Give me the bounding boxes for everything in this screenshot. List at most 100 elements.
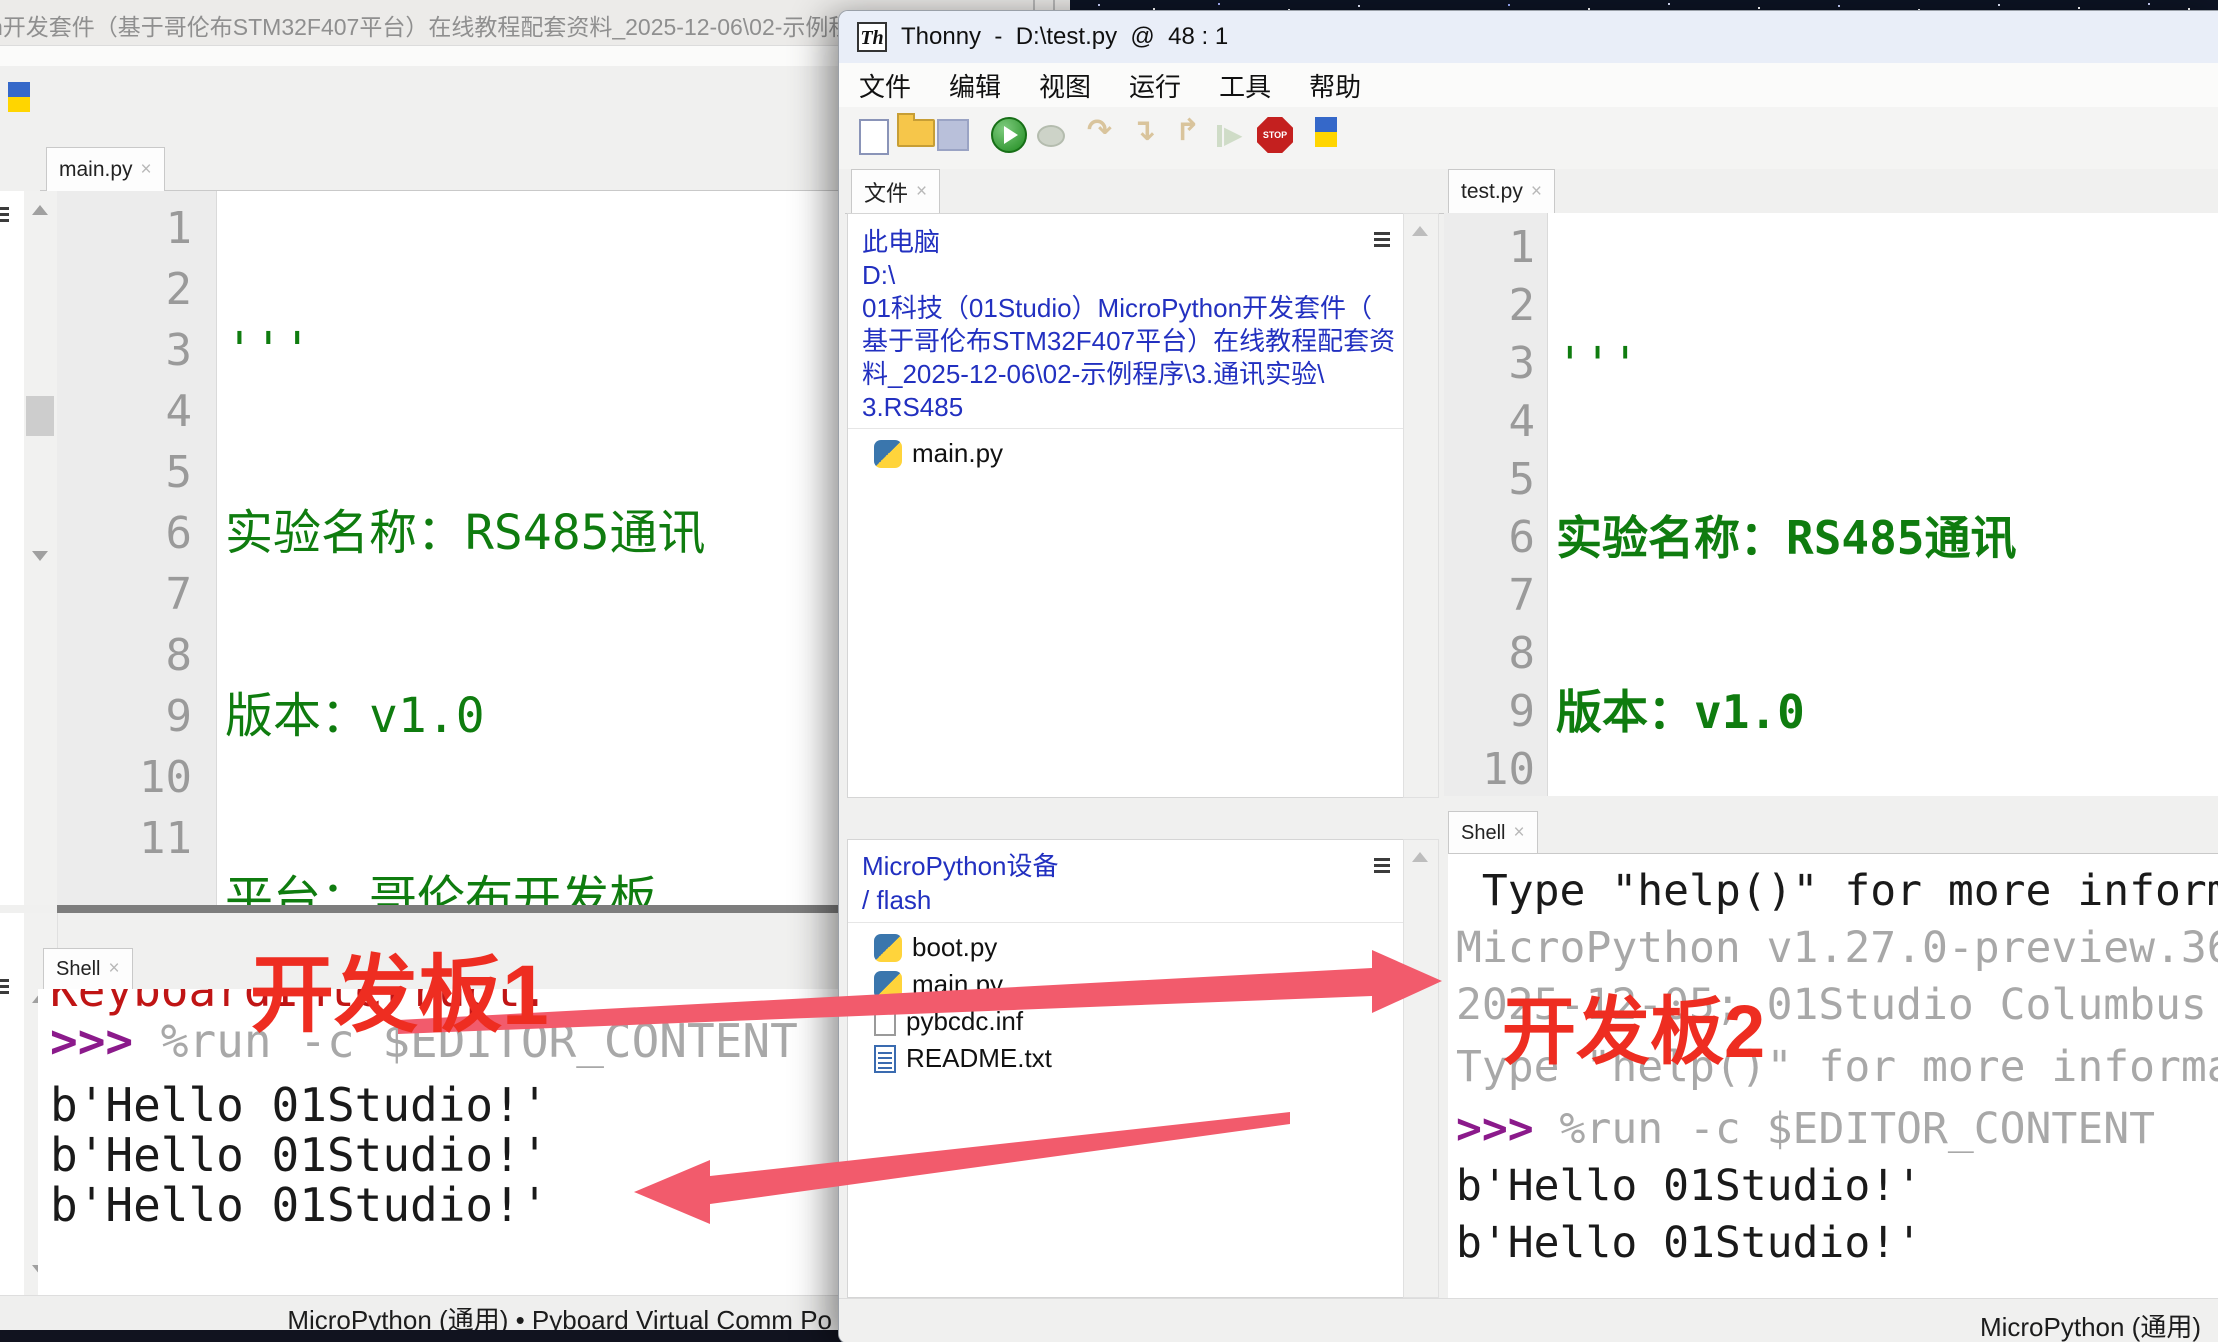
- panel-menu-icon[interactable]: [0, 207, 9, 222]
- code-line: 实验名称：RS485通讯: [1556, 509, 2218, 567]
- tab-shell[interactable]: Shell ×: [1448, 811, 1538, 854]
- menu-file[interactable]: 文件: [859, 67, 911, 104]
- menu-view[interactable]: 视图: [1039, 67, 1091, 104]
- new-file-icon[interactable]: [859, 119, 889, 155]
- step-over-icon[interactable]: ↷: [1087, 113, 1112, 148]
- tab-label: main.py: [59, 158, 133, 182]
- shell-line: MicroPython v1.27.0-preview.36: [1456, 923, 2218, 973]
- tab-test-py[interactable]: test.py ×: [1448, 169, 1555, 214]
- shell-output-line: b'Hello 01Studio!': [50, 1129, 549, 1181]
- shell-output-line: b'Hello 01Studio!': [1456, 1161, 1922, 1211]
- scroll-up-icon[interactable]: [32, 205, 48, 215]
- bg-side-scrollbar[interactable]: [24, 191, 58, 905]
- file-name: main.py: [912, 969, 1003, 1000]
- tab-label: 文件: [864, 176, 908, 208]
- device-file-readme-txt[interactable]: README.txt: [874, 1043, 1052, 1074]
- files-current-path[interactable]: 01科技（01Studio）MicroPython开发套件（ 基于哥伦布STM3…: [862, 292, 1397, 424]
- python-file-icon: [874, 934, 902, 962]
- text-file-icon: [874, 1045, 896, 1073]
- annotation-board1: 开发板1: [250, 928, 549, 1049]
- device-file-main-py[interactable]: main.py: [874, 969, 1003, 1000]
- tab-main-py[interactable]: main.py ×: [46, 147, 165, 191]
- menu-help[interactable]: 帮助: [1309, 67, 1361, 104]
- fg-window-titlebar[interactable]: Th Thonny - D:\test.py @ 48 : 1: [839, 11, 2218, 63]
- shell-tabbar: Shell ×: [1444, 811, 2218, 853]
- thonny-window[interactable]: Th Thonny - D:\test.py @ 48 : 1 文件 编辑 视图…: [838, 10, 2218, 1342]
- tab-shell[interactable]: Shell ×: [43, 948, 133, 989]
- files-scrollbar[interactable]: [1403, 213, 1439, 798]
- tab-files[interactable]: 文件 ×: [851, 169, 940, 214]
- file-name: main.py: [912, 438, 1003, 469]
- language-flag-icon[interactable]: [1315, 117, 1337, 147]
- scroll-up-icon[interactable]: [1412, 852, 1428, 862]
- close-icon[interactable]: ×: [916, 181, 927, 203]
- code-editor[interactable]: ''' 实验名称：RS485通讯 版本：v1.0 平台：哥伦布开发板 作者：01…: [1548, 213, 2218, 796]
- divider: [848, 922, 1404, 923]
- bg-side-panel2-sliver: [0, 913, 25, 1295]
- micropython-device-panel[interactable]: MicroPython设备 / flash boot.py main.py py…: [847, 839, 1405, 1298]
- device-panel-title: MicroPython设备: [862, 850, 1059, 883]
- code-line: 版本：v1.0: [1556, 683, 2218, 741]
- scrollbar-thumb[interactable]: [26, 396, 54, 436]
- shell-output-line: b'Hello 01Studio!': [50, 1179, 549, 1231]
- files-drive-d[interactable]: D:\: [862, 259, 895, 292]
- shell-panel[interactable]: Type "help()" for more inform MicroPytho…: [1448, 853, 2218, 1309]
- shell-line: Type "help()" for more inform: [1456, 866, 2218, 916]
- menu-tools[interactable]: 工具: [1219, 67, 1271, 104]
- tab-label: Shell: [1461, 822, 1505, 845]
- divider: [848, 428, 1404, 429]
- python-file-icon: [874, 440, 902, 468]
- language-flag-icon[interactable]: [8, 82, 30, 112]
- device-file-pybcdc-inf[interactable]: pybcdc.inf: [874, 1006, 1023, 1037]
- line-numbers: 1 2 3 4 5 6 7 8 9 10 11: [57, 191, 217, 905]
- fg-status-bar: MicroPython (通用): [839, 1298, 2218, 1342]
- file-icon: [874, 1008, 896, 1036]
- annotation-board2: 开发板2: [1502, 972, 1765, 1079]
- step-out-icon[interactable]: ↱: [1175, 113, 1200, 148]
- close-icon[interactable]: ×: [1513, 822, 1524, 844]
- menu-run[interactable]: 运行: [1129, 67, 1181, 104]
- panel-menu-icon[interactable]: [0, 979, 9, 994]
- save-icon[interactable]: [937, 119, 969, 151]
- toolbar: ↷ ↴ ↱ ▶ STOP: [839, 107, 2218, 169]
- editor-tabbar: test.py ×: [1444, 169, 2218, 214]
- bg-status-bar: MicroPython (通用) • Pyboard Virtual Comm …: [0, 1295, 838, 1330]
- file-name: pybcdc.inf: [906, 1006, 1023, 1037]
- device-scrollbar[interactable]: [1403, 839, 1439, 1298]
- files-tabbar: 文件 ×: [845, 169, 1445, 214]
- panel-menu-icon[interactable]: [1374, 858, 1390, 873]
- close-icon[interactable]: ×: [1531, 181, 1542, 203]
- run-icon[interactable]: [991, 117, 1027, 153]
- debug-icon[interactable]: [1037, 125, 1065, 147]
- bg-side-panel-sliver: [0, 191, 25, 905]
- panel-menu-icon[interactable]: [1374, 232, 1390, 247]
- resume-icon[interactable]: ▶: [1217, 121, 1242, 150]
- shell-output-line: b'Hello 01Studio!': [1456, 1218, 1922, 1268]
- tab-label: Shell: [56, 958, 100, 981]
- line-numbers: 1 2 3 4 5 6 7 8 9 10: [1444, 213, 1548, 796]
- file-name: README.txt: [906, 1043, 1052, 1074]
- menu-bar: 文件 编辑 视图 运行 工具 帮助: [839, 63, 2218, 107]
- stop-icon[interactable]: STOP: [1257, 117, 1293, 153]
- device-path[interactable]: / flash: [862, 884, 931, 917]
- scroll-down-icon[interactable]: [32, 551, 48, 561]
- step-into-icon[interactable]: ↴: [1131, 113, 1156, 148]
- close-icon[interactable]: ×: [141, 159, 152, 181]
- shell-output-line: b'Hello 01Studio!': [50, 1079, 549, 1131]
- python-file-icon: [874, 971, 902, 999]
- file-item-main-py[interactable]: main.py: [874, 438, 1003, 469]
- file-name: boot.py: [912, 932, 997, 963]
- tab-label: test.py: [1461, 180, 1523, 204]
- menu-edit[interactable]: 编辑: [949, 67, 1001, 104]
- files-panel[interactable]: 此电脑 D:\ 01科技（01Studio）MicroPython开发套件（ 基…: [847, 213, 1405, 798]
- open-file-icon[interactable]: [897, 119, 935, 147]
- close-icon[interactable]: ×: [108, 958, 119, 980]
- code-line: ''': [1556, 335, 2218, 393]
- device-file-boot-py[interactable]: boot.py: [874, 932, 997, 963]
- thonny-app-icon: Th: [857, 22, 887, 52]
- shell-prompt-line: >>> %run -c $EDITOR_CONTENT: [1456, 1104, 2155, 1154]
- files-this-pc[interactable]: 此电脑: [862, 226, 940, 259]
- scroll-up-icon[interactable]: [1412, 226, 1428, 236]
- screen: n开发套件（基于哥伦布STM32F407平台）在线教程配套资料_2025-12-…: [0, 0, 2218, 1342]
- fg-window-title: Thonny - D:\test.py @ 48 : 1: [901, 23, 1228, 51]
